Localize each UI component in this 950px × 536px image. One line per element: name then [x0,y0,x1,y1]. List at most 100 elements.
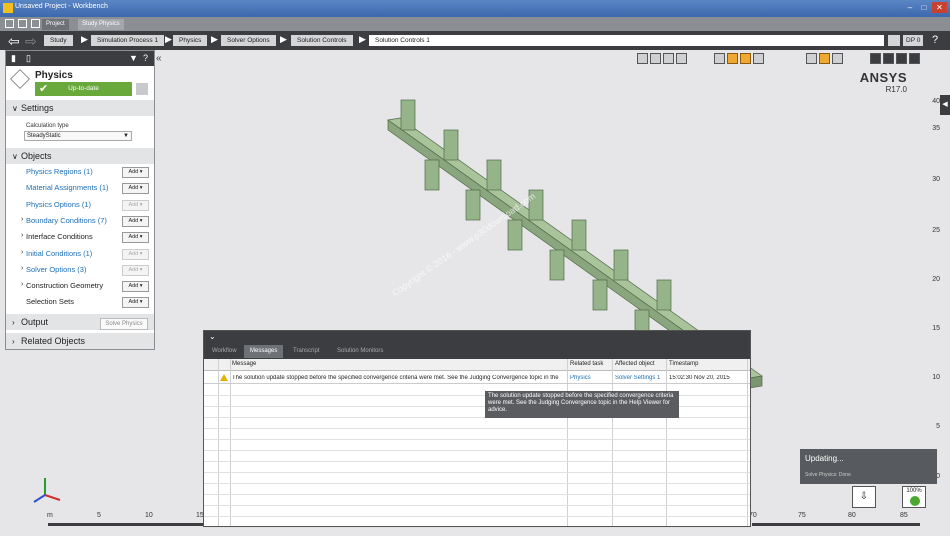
zoom-icon[interactable] [806,53,817,64]
col-message[interactable]: Message [232,361,256,367]
tab-study-physics[interactable]: Study Physics [78,19,124,30]
section-objects[interactable]: ∨ Objects [6,148,154,164]
object-row[interactable]: › Interface Conditions Add ▾ [6,230,154,246]
filter-icon[interactable]: ▼ [129,53,138,63]
crumb-study[interactable]: Study [44,35,73,46]
add-button[interactable]: Add ▾ [122,297,149,309]
pan-icon[interactable] [832,53,843,64]
calc-type-select[interactable]: SteadyStatic ▼ [24,131,132,141]
object-row[interactable]: › Boundary Conditions (7) Add ▾ [6,214,154,230]
object-row[interactable]: Material Assignments (1) Add ▾ [6,181,154,197]
crumb-solver-options[interactable]: Solver Options [221,35,276,46]
crumb-separator-icon: ▶ [81,34,88,44]
object-row[interactable]: Physics Regions (1) Add ▾ [6,165,154,181]
chevron-right-icon[interactable]: › [21,281,23,288]
object-name[interactable]: Material Assignments (1) [26,183,109,192]
chevron-right-icon[interactable]: › [21,232,23,239]
object-row[interactable]: › Construction Geometry Add ▾ [6,279,154,295]
delete-icon[interactable]: ▯ [26,53,31,64]
add-button[interactable]: Add ▾ [122,167,149,178]
chevron-right-icon[interactable]: › [21,216,23,223]
forward-arrow-icon[interactable]: ⇨ [25,33,37,50]
select-body-icon[interactable] [676,53,687,64]
maximize-icon[interactable]: □ [918,2,930,13]
status-button[interactable] [136,83,148,95]
view-arrow-icon[interactable] [883,53,894,64]
crumb-physics[interactable]: Physics [173,35,208,46]
add-button[interactable]: Add ▾ [122,199,149,211]
page-icon[interactable] [31,19,40,28]
col-timestamp[interactable]: Timestamp [669,361,698,367]
crumb-solution-controls[interactable]: Solution Controls [291,35,353,46]
select-face-icon[interactable] [650,53,661,64]
chevron-down-icon: ▾ [138,283,143,290]
chevron-down-icon: ▾ [138,201,143,208]
help-icon[interactable]: ? [143,53,148,63]
download-icon[interactable]: ⇩ [852,486,876,508]
object-name[interactable]: Solver Options (3) [26,265,86,274]
select-edge-icon[interactable] [663,53,674,64]
related-task-link[interactable]: Physics [570,375,591,381]
chevron-right-icon[interactable]: › [21,249,23,256]
crumb-simulation-process[interactable]: Simulation Process 1 [91,35,165,46]
grid-icon[interactable] [5,19,14,28]
collapse-panel-icon[interactable]: « [156,53,162,64]
add-button[interactable]: Add ▾ [122,248,149,260]
calendar-icon[interactable] [888,35,900,46]
tab-messages-2[interactable]: Transcript [287,345,325,358]
object-name[interactable]: Interface Conditions [26,232,93,241]
add-label: Add [128,250,139,257]
back-arrow-icon[interactable]: ⇦ [8,33,20,50]
section-related-objects[interactable]: › Related Objects [6,333,154,349]
tab-messages-3[interactable]: Solution Monitors [331,345,389,358]
expand-right-icon[interactable]: ◀ [940,95,950,115]
object-name[interactable]: Initial Conditions (1) [26,249,92,258]
tab-messages-0[interactable]: Workflow [206,345,243,358]
object-row[interactable]: › Initial Conditions (1) Add ▾ [6,247,154,263]
zoom-fit-icon[interactable] [819,53,830,64]
tab-messages-1[interactable]: Messages [244,345,284,358]
object-row[interactable]: Physics Options (1) Add ▾ [6,198,154,214]
add-button[interactable]: Add ▾ [122,281,149,293]
box-icon[interactable] [753,53,764,64]
object-name[interactable]: Physics Regions (1) [26,167,93,176]
filter-icon[interactable] [727,53,738,64]
affected-object-link[interactable]: Solver Settings 1 [615,375,660,381]
chevron-down-icon: ▾ [138,250,143,257]
add-button[interactable]: Add ▾ [122,264,149,276]
object-name[interactable]: Construction Geometry [26,281,103,290]
dp-selector[interactable]: DP 0 [903,35,924,46]
col-related-task[interactable]: Related task [570,361,603,367]
filter-icon[interactable] [740,53,751,64]
select-icon[interactable] [637,53,648,64]
tab-project[interactable]: Project [42,19,69,30]
scale-bar [48,523,203,526]
object-row[interactable]: Selection Sets Add ▾ [6,295,154,311]
progress-indicator[interactable]: 100% [902,486,926,508]
view-arrow-icon[interactable] [896,53,907,64]
object-name[interactable]: Selection Sets [26,297,74,306]
object-name[interactable]: Boundary Conditions (7) [26,216,107,225]
view-cube-icon[interactable] [714,53,725,64]
add-button[interactable]: Add ▾ [122,215,149,227]
add-button[interactable]: Add ▾ [122,183,149,195]
view-arrow-icon[interactable] [909,53,920,64]
col-affected-object[interactable]: Affected object [615,361,655,367]
help-icon[interactable]: ? [932,34,938,46]
collapse-down-icon[interactable]: ⌄ [209,332,216,341]
close-icon[interactable]: ✕ [932,2,947,13]
crumb-solution-controls-1[interactable]: Solution Controls 1 [369,35,884,46]
ruler-tick: 30 [932,176,940,183]
table-row[interactable]: The solution update stopped before the s… [204,373,750,384]
chevron-right-icon[interactable]: › [21,265,23,272]
add-button[interactable]: Add ▾ [122,232,149,244]
minimize-icon[interactable]: – [904,2,916,13]
layout-icon[interactable] [18,19,27,28]
pin-icon[interactable]: ▮ [11,53,16,64]
section-settings[interactable]: ∨ Settings [6,100,154,116]
object-row[interactable]: › Solver Options (3) Add ▾ [6,263,154,279]
solve-physics-button[interactable]: Solve Physics [100,318,148,330]
view-arrow-icon[interactable] [870,53,881,64]
chevron-down-icon: ▾ [138,185,143,192]
object-name[interactable]: Physics Options (1) [26,200,91,209]
